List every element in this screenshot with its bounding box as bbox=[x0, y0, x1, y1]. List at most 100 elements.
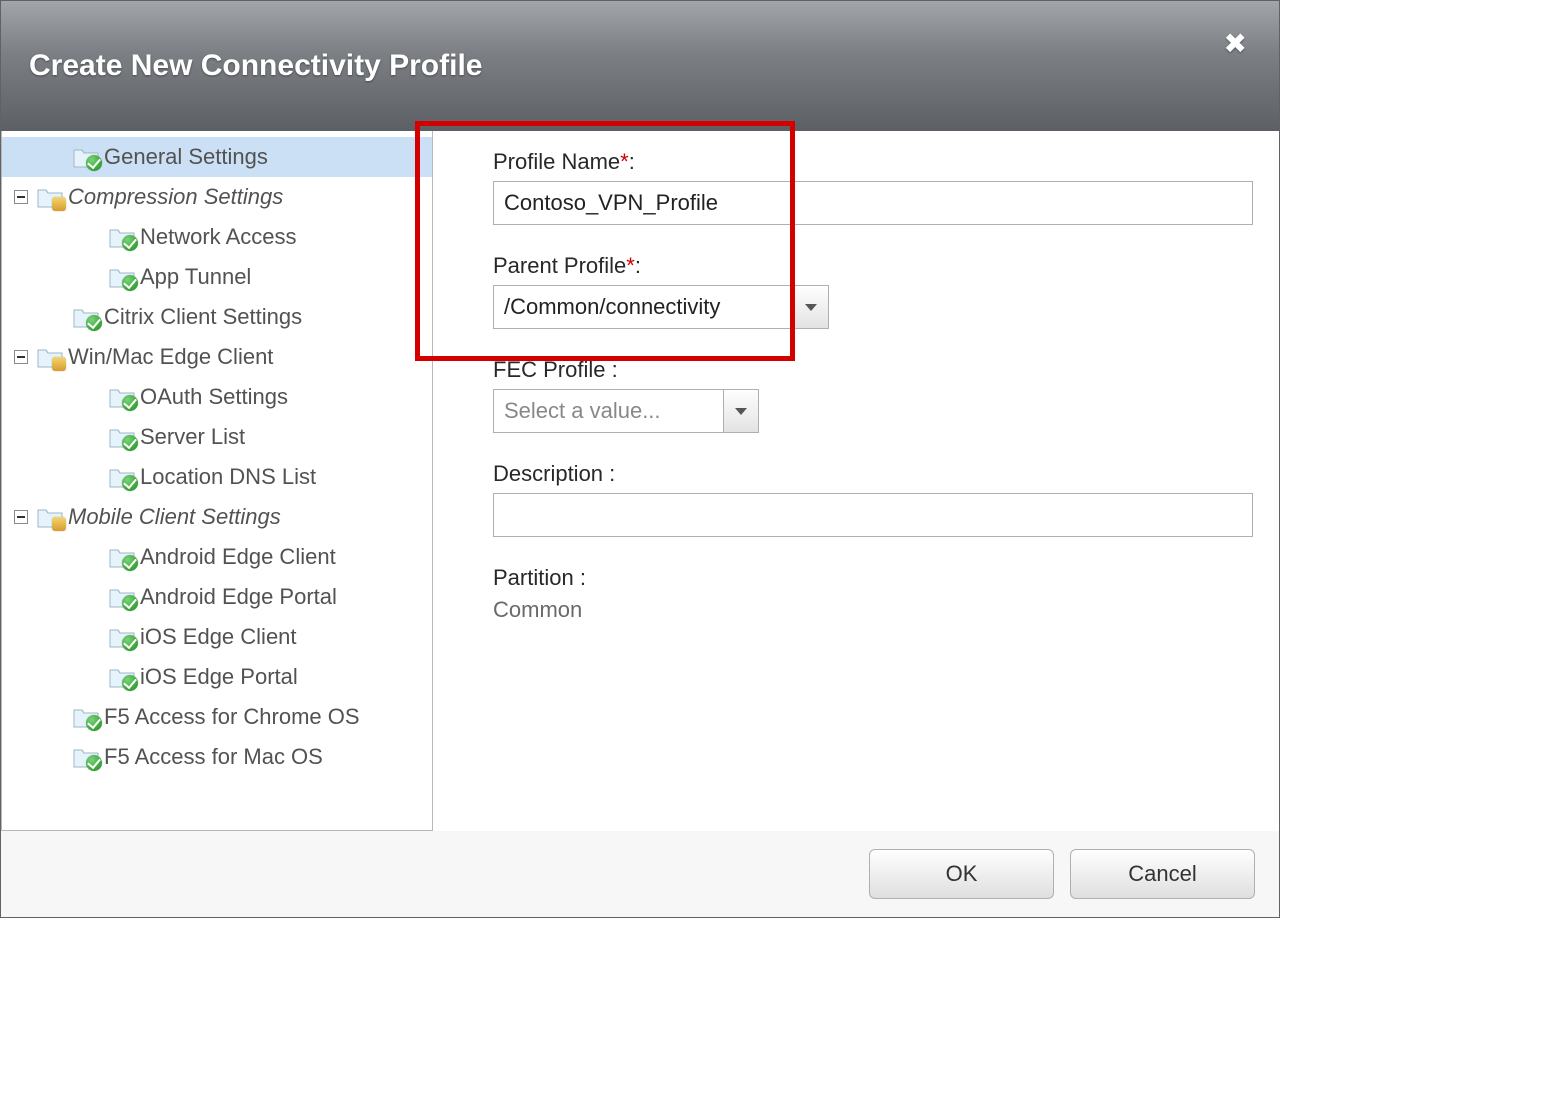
fec-profile-value[interactable] bbox=[493, 389, 723, 433]
expander-placeholder bbox=[10, 586, 32, 608]
label-text: Parent Profile bbox=[493, 253, 626, 278]
sidebar-item[interactable]: F5 Access for Chrome OS bbox=[2, 697, 432, 737]
label-fec-profile: FEC Profile : bbox=[493, 357, 1253, 383]
sidebar-item[interactable]: Location DNS List bbox=[2, 457, 432, 497]
row-description: Description : bbox=[493, 461, 1253, 537]
sidebar-item-label: F5 Access for Chrome OS bbox=[100, 704, 360, 730]
folder-check-icon bbox=[108, 665, 136, 689]
sidebar: General Settings Compression Settings Ne… bbox=[1, 131, 433, 831]
required-mark: * bbox=[626, 253, 635, 278]
collapse-icon[interactable] bbox=[10, 346, 32, 368]
label-parent-profile: Parent Profile*: bbox=[493, 253, 1253, 279]
folder-check-icon bbox=[108, 265, 136, 289]
folder-check-icon bbox=[72, 145, 100, 169]
sidebar-item[interactable]: iOS Edge Portal bbox=[2, 657, 432, 697]
expander-placeholder bbox=[10, 666, 32, 688]
folder-check-icon bbox=[108, 385, 136, 409]
expander-placeholder bbox=[10, 626, 32, 648]
sidebar-item[interactable]: OAuth Settings bbox=[2, 377, 432, 417]
expander-placeholder bbox=[10, 266, 32, 288]
dialog-footer: OK Cancel bbox=[1, 831, 1279, 917]
sidebar-item-label: Citrix Client Settings bbox=[100, 304, 302, 330]
required-mark: * bbox=[620, 149, 629, 174]
label-text: Description bbox=[493, 461, 603, 486]
label-text: Partition bbox=[493, 565, 574, 590]
expander-placeholder bbox=[10, 386, 32, 408]
close-icon[interactable]: ✖ bbox=[1224, 27, 1247, 60]
expander-placeholder bbox=[10, 226, 32, 248]
folder-check-icon bbox=[108, 545, 136, 569]
sidebar-item-label: Android Edge Client bbox=[136, 544, 336, 570]
partition-value: Common bbox=[493, 597, 1253, 623]
folder-check-icon bbox=[108, 425, 136, 449]
row-partition: Partition : Common bbox=[493, 565, 1253, 623]
folder-check-icon bbox=[108, 465, 136, 489]
label-text: FEC Profile bbox=[493, 357, 605, 382]
sidebar-item-label: Android Edge Portal bbox=[136, 584, 337, 610]
sidebar-item-label: App Tunnel bbox=[136, 264, 251, 290]
collapse-icon[interactable] bbox=[10, 506, 32, 528]
row-parent-profile: Parent Profile*: bbox=[493, 253, 1253, 329]
row-fec-profile: FEC Profile : bbox=[493, 357, 1253, 433]
label-text: Profile Name bbox=[493, 149, 620, 174]
description-input[interactable] bbox=[493, 493, 1253, 537]
dialog-body: General Settings Compression Settings Ne… bbox=[1, 131, 1279, 831]
fec-profile-combo[interactable] bbox=[493, 389, 759, 433]
expander-placeholder bbox=[10, 306, 32, 328]
folder-check-icon bbox=[72, 705, 100, 729]
sidebar-item[interactable]: General Settings bbox=[2, 137, 432, 177]
expander-placeholder bbox=[10, 746, 32, 768]
sidebar-item-label: Network Access bbox=[136, 224, 297, 250]
sidebar-item[interactable]: F5 Access for Mac OS bbox=[2, 737, 432, 777]
expander-placeholder bbox=[10, 706, 32, 728]
folder-check-icon bbox=[108, 225, 136, 249]
folder-group-icon bbox=[36, 345, 64, 369]
sidebar-item[interactable]: Compression Settings bbox=[2, 177, 432, 217]
profile-name-input[interactable] bbox=[493, 181, 1253, 225]
parent-profile-combo[interactable] bbox=[493, 285, 829, 329]
sidebar-item-label: Server List bbox=[136, 424, 245, 450]
sidebar-item-label: General Settings bbox=[100, 144, 268, 170]
label-profile-name: Profile Name*: bbox=[493, 149, 1253, 175]
folder-check-icon bbox=[72, 745, 100, 769]
folder-check-icon bbox=[72, 305, 100, 329]
sidebar-item[interactable]: Mobile Client Settings bbox=[2, 497, 432, 537]
sidebar-item-label: Mobile Client Settings bbox=[64, 504, 281, 530]
sidebar-item-label: iOS Edge Client bbox=[136, 624, 297, 650]
ok-button[interactable]: OK bbox=[869, 849, 1054, 899]
chevron-down-icon[interactable] bbox=[723, 389, 759, 433]
folder-group-icon bbox=[36, 505, 64, 529]
sidebar-item[interactable]: Network Access bbox=[2, 217, 432, 257]
cancel-button[interactable]: Cancel bbox=[1070, 849, 1255, 899]
folder-check-icon bbox=[108, 625, 136, 649]
sidebar-item[interactable]: Android Edge Client bbox=[2, 537, 432, 577]
expander-placeholder bbox=[10, 546, 32, 568]
sidebar-item-label: Location DNS List bbox=[136, 464, 316, 490]
label-description: Description : bbox=[493, 461, 1253, 487]
sidebar-item-label: OAuth Settings bbox=[136, 384, 288, 410]
chevron-down-icon[interactable] bbox=[793, 285, 829, 329]
sidebar-item-label: Compression Settings bbox=[64, 184, 283, 210]
folder-check-icon bbox=[108, 585, 136, 609]
expander-placeholder bbox=[10, 146, 32, 168]
sidebar-item-label: F5 Access for Mac OS bbox=[100, 744, 323, 770]
folder-group-icon bbox=[36, 185, 64, 209]
label-partition: Partition : bbox=[493, 565, 1253, 591]
expander-placeholder bbox=[10, 426, 32, 448]
sidebar-item[interactable]: Win/Mac Edge Client bbox=[2, 337, 432, 377]
form: Profile Name*: Parent Profile*: FEC Prof… bbox=[433, 131, 1279, 831]
sidebar-item-label: Win/Mac Edge Client bbox=[64, 344, 273, 370]
dialog-title: Create New Connectivity Profile bbox=[29, 49, 482, 83]
sidebar-item[interactable]: Server List bbox=[2, 417, 432, 457]
row-profile-name: Profile Name*: bbox=[493, 149, 1253, 225]
dialog-header: Create New Connectivity Profile ✖ bbox=[1, 1, 1279, 131]
sidebar-item[interactable]: iOS Edge Client bbox=[2, 617, 432, 657]
parent-profile-value[interactable] bbox=[493, 285, 793, 329]
sidebar-item[interactable]: Citrix Client Settings bbox=[2, 297, 432, 337]
collapse-icon[interactable] bbox=[10, 186, 32, 208]
sidebar-item[interactable]: App Tunnel bbox=[2, 257, 432, 297]
expander-placeholder bbox=[10, 466, 32, 488]
sidebar-item[interactable]: Android Edge Portal bbox=[2, 577, 432, 617]
sidebar-item-label: iOS Edge Portal bbox=[136, 664, 298, 690]
dialog: Create New Connectivity Profile ✖ Genera… bbox=[0, 0, 1280, 918]
